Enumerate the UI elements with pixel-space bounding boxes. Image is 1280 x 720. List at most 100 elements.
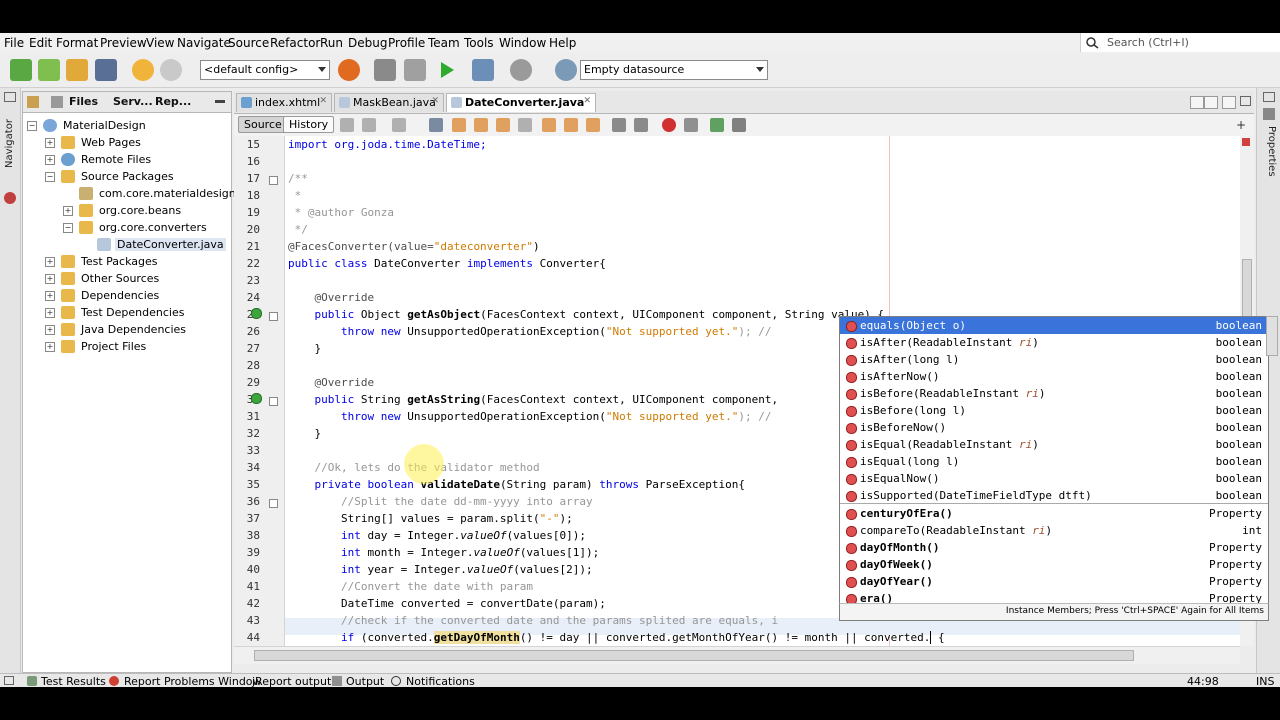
override-marker-icon[interactable] bbox=[251, 308, 262, 319]
tree-item-file-selected[interactable]: DateConverter.java bbox=[23, 237, 229, 254]
completion-item[interactable]: isBefore(ReadableInstant ri) boolean bbox=[840, 385, 1268, 402]
expand-icon[interactable]: + bbox=[45, 291, 55, 301]
tree-item-package[interactable]: com.core.materialdesign bbox=[23, 186, 236, 203]
shift-left-icon[interactable] bbox=[612, 118, 626, 132]
menu-team[interactable]: Team bbox=[428, 36, 460, 50]
scroll-right-icon[interactable] bbox=[1204, 96, 1218, 109]
find-previous-icon[interactable] bbox=[452, 118, 466, 132]
completion-item[interactable]: isSupported(DateTimeFieldType dtft) bool… bbox=[840, 487, 1268, 504]
jreport-output-tab[interactable]: jReport output bbox=[252, 675, 331, 687]
expand-icon[interactable]: + bbox=[45, 325, 55, 335]
completion-item[interactable]: isBefore(long l) boolean bbox=[840, 402, 1268, 419]
tree-item-source-packages[interactable]: − Source Packages bbox=[23, 169, 229, 186]
completion-item[interactable]: dayOfWeek() Property bbox=[840, 556, 1268, 573]
tab-services[interactable]: Serv... bbox=[113, 95, 153, 108]
tree-item-remote-files[interactable]: + Remote Files bbox=[23, 152, 229, 169]
navigator-icon[interactable] bbox=[4, 192, 16, 204]
completion-item[interactable]: equals(Object o) boolean bbox=[840, 317, 1268, 334]
completion-item[interactable]: compareTo(ReadableInstant ri) int bbox=[840, 522, 1268, 539]
forward-icon[interactable] bbox=[392, 118, 406, 132]
collapse-icon[interactable]: − bbox=[63, 223, 73, 233]
tree-item-web-pages[interactable]: + Web Pages bbox=[23, 135, 229, 152]
close-icon[interactable]: ✕ bbox=[583, 96, 591, 106]
toggle-bookmark-icon[interactable] bbox=[586, 118, 600, 132]
toggle-highlight-icon[interactable] bbox=[496, 118, 510, 132]
fold-toggle-icon[interactable] bbox=[269, 176, 278, 185]
properties-tab[interactable]: Properties bbox=[1266, 126, 1277, 177]
tab-maskbean-java[interactable]: MaskBean.java ✕ bbox=[334, 93, 444, 112]
expand-icon[interactable]: + bbox=[45, 308, 55, 318]
expand-icon[interactable]: + bbox=[63, 206, 73, 216]
open-project-icon[interactable] bbox=[66, 59, 88, 81]
comment-icon[interactable] bbox=[732, 118, 746, 132]
check-file-icon[interactable] bbox=[710, 118, 724, 132]
stop-macro-icon[interactable] bbox=[684, 118, 698, 132]
tab-files[interactable]: Files bbox=[69, 95, 98, 108]
toggle-rect-selection-icon[interactable] bbox=[518, 118, 532, 132]
menu-edit[interactable]: Edit bbox=[29, 36, 52, 50]
test-results-tab[interactable]: Test Results bbox=[41, 675, 106, 687]
expand-icon[interactable]: + bbox=[45, 257, 55, 267]
menu-window[interactable]: Window bbox=[499, 36, 546, 50]
tab-dateconverter-java[interactable]: DateConverter.java ✕ bbox=[446, 93, 596, 112]
files-grid-icon[interactable] bbox=[51, 96, 63, 108]
datasource-select[interactable]: Empty datasource bbox=[580, 60, 768, 80]
back-icon[interactable] bbox=[362, 118, 376, 132]
collapse-icon[interactable]: − bbox=[45, 172, 55, 182]
profile-icon[interactable] bbox=[510, 59, 532, 81]
fold-toggle-icon[interactable] bbox=[269, 397, 278, 406]
minimize-icon[interactable] bbox=[215, 100, 225, 103]
menu-source[interactable]: Source bbox=[228, 36, 269, 50]
fold-toggle-icon[interactable] bbox=[269, 312, 278, 321]
completion-item[interactable]: centuryOfEra() Property bbox=[840, 505, 1268, 522]
tab-repositories[interactable]: Rep... bbox=[155, 95, 191, 108]
menu-preview[interactable]: Preview bbox=[100, 36, 147, 50]
expand-icon[interactable]: + bbox=[45, 342, 55, 352]
build-icon[interactable] bbox=[374, 59, 396, 81]
history-view-button[interactable]: History bbox=[283, 116, 335, 133]
editor-horizontal-scrollbar[interactable] bbox=[234, 646, 1240, 664]
tree-item-test-packages[interactable]: + Test Packages bbox=[23, 254, 229, 271]
browser-icon[interactable] bbox=[338, 59, 360, 81]
restore-window-icon[interactable] bbox=[4, 92, 16, 102]
properties-icon[interactable] bbox=[1263, 108, 1275, 120]
new-project-icon[interactable] bbox=[38, 59, 60, 81]
menu-profile[interactable]: Profile bbox=[388, 36, 425, 50]
tree-item-package[interactable]: − org.core.converters bbox=[23, 220, 229, 237]
find-next-icon[interactable] bbox=[474, 118, 488, 132]
menu-tools[interactable]: Tools bbox=[464, 36, 494, 50]
menu-navigate[interactable]: Navigate bbox=[177, 36, 231, 50]
maximize-icon[interactable] bbox=[1240, 96, 1251, 106]
completion-item[interactable]: isAfter(ReadableInstant ri) boolean bbox=[840, 334, 1268, 351]
output-tab[interactable]: Output bbox=[346, 675, 384, 687]
tree-item-dependencies[interactable]: + Dependencies bbox=[23, 288, 229, 305]
menu-format[interactable]: Format bbox=[56, 36, 98, 50]
scroll-thumb[interactable] bbox=[1242, 259, 1252, 319]
completion-item[interactable]: dayOfMonth() Property bbox=[840, 539, 1268, 556]
menu-debug[interactable]: Debug bbox=[348, 36, 387, 50]
expand-icon[interactable]: + bbox=[45, 155, 55, 165]
add-icon[interactable]: + bbox=[1236, 118, 1246, 132]
completion-item[interactable]: isBeforeNow() boolean bbox=[840, 419, 1268, 436]
expand-icon[interactable]: + bbox=[45, 274, 55, 284]
menu-file[interactable]: File bbox=[4, 36, 24, 50]
close-icon[interactable]: ✕ bbox=[431, 96, 439, 106]
completion-item[interactable]: isEqualNow() boolean bbox=[840, 470, 1268, 487]
redo-icon[interactable] bbox=[160, 59, 182, 81]
search-input[interactable]: Search (Ctrl+I) bbox=[1080, 33, 1280, 52]
navigator-tab[interactable]: Navigator bbox=[4, 119, 15, 168]
last-edit-icon[interactable] bbox=[340, 118, 354, 132]
tab-index-xhtml[interactable]: index.xhtml ✕ bbox=[236, 93, 332, 112]
completion-item[interactable]: isEqual(long l) boolean bbox=[840, 453, 1268, 470]
new-file-icon[interactable] bbox=[10, 59, 32, 81]
tree-item-project-files[interactable]: + Project Files bbox=[23, 339, 229, 356]
tree-item-java-dependencies[interactable]: + Java Dependencies bbox=[23, 322, 229, 339]
fold-toggle-icon[interactable] bbox=[269, 499, 278, 508]
save-all-icon[interactable] bbox=[95, 59, 117, 81]
completion-item[interactable]: isAfterNow() boolean bbox=[840, 368, 1268, 385]
expand-icon[interactable]: + bbox=[45, 138, 55, 148]
completion-item[interactable]: isAfter(long l) boolean bbox=[840, 351, 1268, 368]
datasource-icon[interactable] bbox=[555, 59, 577, 81]
tree-item-package[interactable]: + org.core.beans bbox=[23, 203, 229, 220]
completion-item[interactable]: dayOfYear() Property bbox=[840, 573, 1268, 590]
